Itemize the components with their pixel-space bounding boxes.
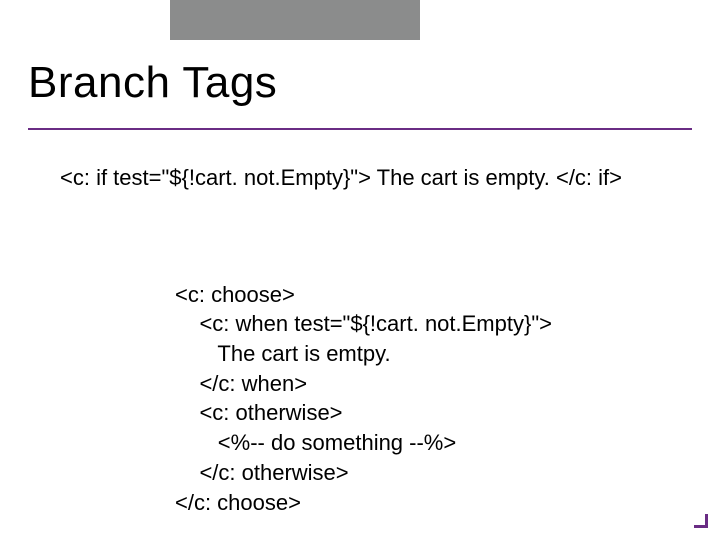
header-accent-bar	[170, 0, 420, 40]
code-line: The cart is emtpy.	[175, 341, 391, 366]
code-line: <c: choose>	[175, 282, 295, 307]
slide-title: Branch Tags	[28, 60, 277, 106]
corner-decoration	[694, 514, 708, 528]
code-line: </c: when>	[175, 371, 307, 396]
code-line: <%-- do something --%>	[175, 430, 456, 455]
code-line: <c: when test="${!cart. not.Empty}">	[175, 311, 552, 336]
if-example-line: <c: if test="${!cart. not.Empty}"> The c…	[60, 165, 622, 191]
slide: Branch Tags <c: if test="${!cart. not.Em…	[0, 0, 720, 540]
choose-code-block: <c: choose> <c: when test="${!cart. not.…	[175, 250, 552, 517]
code-line: <c: otherwise>	[175, 400, 343, 425]
code-line: </c: otherwise>	[175, 460, 349, 485]
code-line: </c: choose>	[175, 490, 301, 515]
title-underline	[28, 128, 692, 130]
